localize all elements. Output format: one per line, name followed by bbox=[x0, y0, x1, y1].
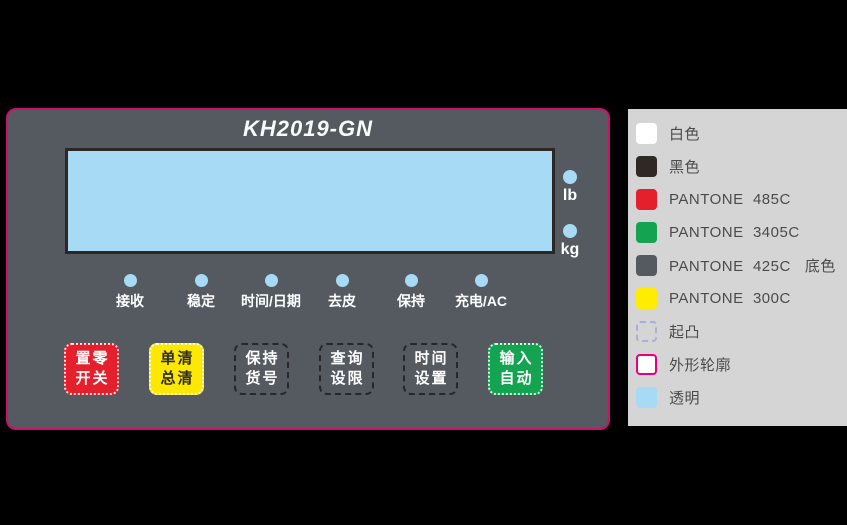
led-dot bbox=[475, 274, 488, 287]
unit-label-lb: lb bbox=[563, 187, 577, 205]
model-title: KH2019-GN bbox=[8, 116, 608, 142]
legend-label: PANTONE 425C 底色 bbox=[669, 255, 836, 276]
status-led-charge-ac: 充电/AC bbox=[439, 274, 523, 311]
legend-label: 外形轮廓 bbox=[669, 354, 731, 375]
lcd-display bbox=[65, 148, 555, 254]
led-dot bbox=[124, 274, 137, 287]
button-label-line2: 自动 bbox=[497, 369, 533, 389]
led-label: 时间/日期 bbox=[241, 291, 301, 311]
button-query-limit[interactable]: 查询 设限 bbox=[319, 343, 374, 395]
legend-item-emboss: 起凸 bbox=[636, 321, 847, 342]
button-label-line1: 置零 bbox=[73, 349, 109, 369]
led-label: 接收 bbox=[116, 291, 144, 311]
button-label-line1: 查询 bbox=[328, 349, 364, 369]
button-zero-power[interactable]: 置零 开关 bbox=[64, 343, 119, 395]
button-label-line1: 输入 bbox=[497, 349, 533, 369]
legend-label: 黑色 bbox=[669, 156, 700, 177]
led-dot bbox=[405, 274, 418, 287]
legend-item-pantone-300c: PANTONE 300C bbox=[636, 288, 847, 309]
legend-item-white: 白色 bbox=[636, 123, 847, 144]
legend-label: PANTONE 3405C bbox=[669, 224, 800, 241]
button-label-line2: 总清 bbox=[158, 369, 194, 389]
legend-label: 透明 bbox=[669, 387, 700, 408]
color-swatch bbox=[636, 288, 657, 309]
legend-label: PANTONE 485C bbox=[669, 191, 791, 208]
color-swatch bbox=[636, 321, 657, 342]
color-legend: 白色 黑色 PANTONE 485C PANTONE 3405C PANTONE… bbox=[628, 109, 847, 426]
unit-indicator-kg: kg bbox=[550, 224, 590, 259]
button-label-line1: 单清 bbox=[158, 349, 194, 369]
legend-item-outline: 外形轮廓 bbox=[636, 354, 847, 375]
kg-led-dot bbox=[563, 224, 577, 238]
color-swatch bbox=[636, 387, 657, 408]
legend-label: 白色 bbox=[669, 123, 700, 144]
legend-item-black: 黑色 bbox=[636, 156, 847, 177]
legend-item-transparent: 透明 bbox=[636, 387, 847, 408]
led-dot bbox=[265, 274, 278, 287]
color-swatch bbox=[636, 354, 657, 375]
button-input-auto[interactable]: 输入 自动 bbox=[488, 343, 543, 395]
lb-led-dot bbox=[563, 170, 577, 184]
color-swatch bbox=[636, 255, 657, 276]
indicator-front-panel: KH2019-GN lb kg 接收 稳定 时间/日期 去皮 保持 充电/AC … bbox=[6, 108, 610, 430]
unit-label-kg: kg bbox=[561, 241, 580, 259]
legend-item-pantone-485c: PANTONE 485C bbox=[636, 189, 847, 210]
led-label: 充电/AC bbox=[455, 291, 507, 311]
color-swatch bbox=[636, 156, 657, 177]
button-label-line2: 货号 bbox=[243, 369, 279, 389]
button-label-line2: 设置 bbox=[412, 369, 448, 389]
button-label-line1: 保持 bbox=[243, 349, 279, 369]
button-label-line1: 时间 bbox=[412, 349, 448, 369]
led-dot bbox=[195, 274, 208, 287]
legend-item-pantone-425c: PANTONE 425C 底色 bbox=[636, 255, 847, 276]
button-label-line2: 开关 bbox=[73, 369, 109, 389]
button-hold-item[interactable]: 保持 货号 bbox=[234, 343, 289, 395]
led-label: 保持 bbox=[397, 291, 425, 311]
unit-indicator-lb: lb bbox=[550, 170, 590, 205]
button-label-line2: 设限 bbox=[328, 369, 364, 389]
led-label: 稳定 bbox=[187, 291, 215, 311]
color-swatch bbox=[636, 123, 657, 144]
legend-label: PANTONE 300C bbox=[669, 290, 791, 307]
legend-label: 起凸 bbox=[669, 321, 700, 342]
color-swatch bbox=[636, 189, 657, 210]
led-label: 去皮 bbox=[328, 291, 356, 311]
legend-item-pantone-3405c: PANTONE 3405C bbox=[636, 222, 847, 243]
button-time-setting[interactable]: 时间 设置 bbox=[403, 343, 458, 395]
led-dot bbox=[336, 274, 349, 287]
color-swatch bbox=[636, 222, 657, 243]
button-clear[interactable]: 单清 总清 bbox=[149, 343, 204, 395]
